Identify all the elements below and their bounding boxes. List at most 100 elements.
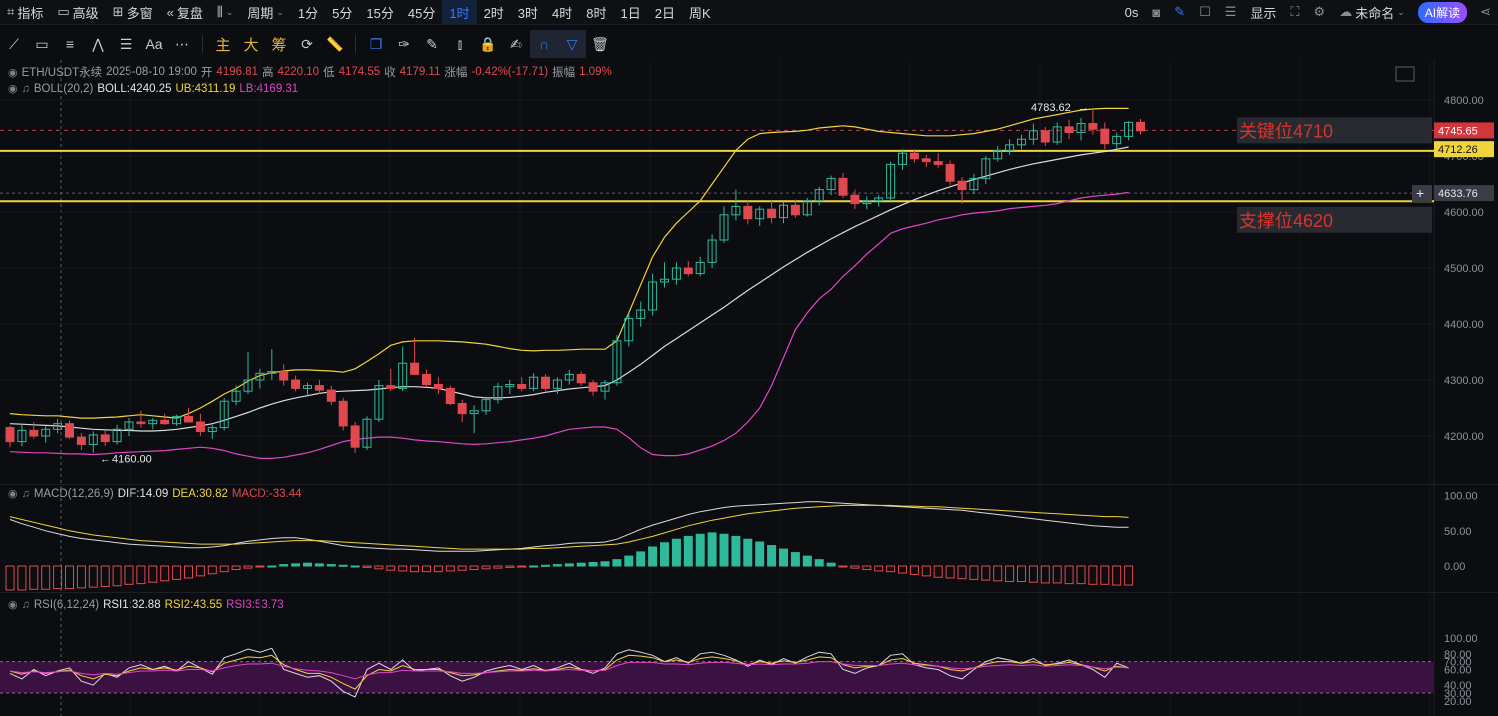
filter-icon[interactable]: ▽ [558, 30, 586, 58]
macd-bar [790, 552, 800, 567]
candle-body [612, 340, 622, 384]
text-tool-icon[interactable]: Aa [140, 30, 168, 58]
rsi2-line [9, 654, 1129, 690]
lock-icon[interactable]: 🔒 [474, 30, 502, 58]
bell-icon[interactable]: ♫ [22, 488, 30, 500]
macd-bar [172, 565, 182, 580]
candle-body [291, 379, 301, 389]
big-order-button[interactable]: 大 [237, 30, 265, 58]
price-tick-label: 4500.00 [1444, 263, 1484, 275]
multi-window-icon: ⊞ [112, 4, 124, 19]
add-alert-icon [1412, 185, 1432, 203]
bell-icon[interactable]: ♫ [22, 599, 30, 611]
price-tag [1434, 122, 1494, 139]
macd-bar [993, 565, 1003, 582]
timeframe-2h[interactable]: 2时 [477, 0, 511, 24]
candle-body [1005, 144, 1015, 151]
candle-body [53, 423, 63, 430]
macd-plot [5, 501, 1134, 591]
timeframe-45m[interactable]: 45分 [401, 0, 442, 24]
candle-body [743, 205, 753, 220]
price-tick-label: 4800.00 [1444, 95, 1484, 107]
eye-icon[interactable]: ◉ [8, 82, 18, 95]
macd-bar [1040, 565, 1050, 584]
timeframe-1m[interactable]: 1分 [291, 0, 325, 24]
rsi-legend: ◉ ♫ RSI(6,12,24) RSI1:32.88 RSI2:43.55 R… [8, 598, 284, 612]
wave-icon[interactable]: ⋀ [84, 30, 112, 58]
eye-icon[interactable]: ◉ [8, 66, 18, 79]
settings-icon[interactable]: ⚙ [1307, 0, 1333, 24]
macd-bar [600, 561, 610, 567]
macd-bar [695, 533, 705, 567]
candle-body [1124, 121, 1134, 137]
more-tools-icon[interactable]: ⋯ [168, 30, 196, 58]
horizontal-lines-icon[interactable]: ≡ [56, 30, 84, 58]
boll-ub-line [9, 107, 1129, 419]
copy-icon[interactable]: ❐ [362, 30, 390, 58]
candle-body [207, 427, 217, 433]
price-axis: 4200.00 4300.00 4400.00 4500.00 4600.00 4700.… [1395, 66, 1494, 708]
ruler-icon[interactable]: 📏 [321, 30, 349, 58]
candle-body [552, 379, 562, 389]
camera-icon[interactable]: ◙ [1145, 0, 1167, 24]
candle-body [1064, 126, 1074, 133]
timeframe-5m[interactable]: 5分 [325, 0, 359, 24]
timeframe-8h[interactable]: 8时 [579, 0, 613, 24]
toolbar-divider [202, 35, 203, 53]
boll-legend: ◉ ♫ BOLL(20,2) BOLL:4240.25 UB:4311.19 L… [8, 82, 298, 96]
share-icon[interactable]: ⋖ [1473, 0, 1498, 24]
pen-icon[interactable]: ✎ [1167, 0, 1192, 24]
candle-body [731, 205, 741, 216]
edit-note-icon[interactable]: ✍ [502, 30, 530, 58]
macd-dif-line [9, 501, 1129, 552]
timeframe-2d[interactable]: 2日 [648, 0, 682, 24]
macd-bar [1064, 565, 1074, 585]
macd-bar [552, 564, 562, 567]
main-indicator-button[interactable]: 主 [209, 30, 237, 58]
change-value: -0.42%(-17.71) [471, 66, 549, 78]
timeframe-week[interactable]: 周K [682, 0, 718, 24]
candle-body [957, 180, 967, 191]
cloud-layout-button[interactable]: ☁ 未命名 ⌄ [1332, 0, 1412, 24]
amplitude-value: 1.09% [579, 66, 612, 78]
timeframe-1d[interactable]: 1日 [614, 0, 648, 24]
low-value: 4174.55 [338, 66, 381, 78]
candle-body [886, 163, 896, 199]
sync-icon[interactable]: ⟳ [293, 30, 321, 58]
trend-line-icon[interactable]: ⟋ [0, 30, 28, 58]
candle-body [898, 152, 907, 165]
chart-type-button[interactable]: ⫼ ⌄ [210, 0, 241, 24]
expand-icon [1395, 66, 1415, 82]
multi-window-button[interactable]: ⊞ 多窗 [106, 0, 160, 24]
rsi-tick-label: 70.00 [1444, 657, 1472, 669]
timeframe-3h[interactable]: 3时 [511, 0, 545, 24]
period-button[interactable]: 周期 ⌄ [240, 0, 291, 24]
indicator-button[interactable]: ⌗ 指标 [0, 0, 50, 24]
macd-bar [267, 565, 277, 568]
timeframe-1h[interactable]: 1时 [442, 0, 477, 24]
fib-lines-icon[interactable]: ☰ [112, 30, 140, 58]
replay-button[interactable]: «复盘 [160, 0, 210, 24]
menu-lines-icon[interactable]: ☰ [1218, 0, 1244, 24]
chip-button[interactable]: 筹 [265, 30, 293, 58]
rectangle-icon[interactable]: ▭ [28, 30, 56, 58]
timeframe-15m[interactable]: 15分 [359, 0, 400, 24]
eye-icon[interactable]: ◉ [8, 598, 18, 611]
brush-icon[interactable]: ✑ [390, 30, 418, 58]
ai-analysis-button[interactable]: AI解读 [1417, 1, 1468, 23]
low-marker-arrow: ← [100, 453, 111, 465]
pencil-icon[interactable]: ✎ [418, 30, 446, 58]
candles-icon[interactable]: ⫾ [446, 30, 474, 58]
trash-icon[interactable]: 🗑 [586, 30, 614, 58]
magnet-icon[interactable]: ∩ [530, 30, 558, 58]
candle-body [636, 309, 646, 319]
bell-icon[interactable]: ♫ [22, 83, 30, 95]
eye-icon[interactable]: ◉ [8, 487, 18, 500]
checklist-icon[interactable]: ☐ [1192, 0, 1218, 24]
fullscreen-icon[interactable]: ⛶ [1283, 0, 1306, 24]
advanced-button[interactable]: ▭ 高级 [50, 0, 105, 24]
candle-body [576, 373, 586, 384]
display-button[interactable]: 显示 [1243, 0, 1283, 24]
indicator-label: 指标 [17, 5, 44, 21]
timeframe-4h[interactable]: 4时 [545, 0, 579, 24]
